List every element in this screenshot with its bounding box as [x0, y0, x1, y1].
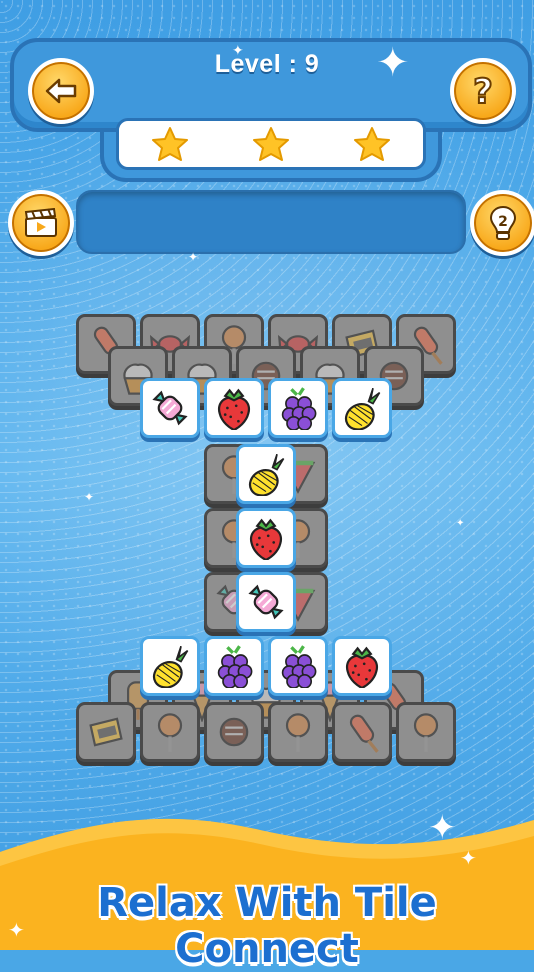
blackberry-icon — [281, 387, 317, 430]
svg-text:?: ? — [473, 73, 493, 109]
tile-strawberry[interactable] — [204, 378, 264, 438]
tile-strawberry[interactable] — [332, 636, 392, 696]
back-button[interactable] — [28, 58, 94, 124]
tile-pineapple[interactable] — [332, 378, 392, 438]
strawberry-icon — [346, 646, 378, 688]
pineapple-icon — [344, 387, 381, 430]
pineapple-icon — [152, 645, 189, 688]
tile-blocked-toffee — [76, 702, 136, 762]
question-icon: ? — [472, 73, 494, 109]
hint-message-bar — [76, 190, 466, 254]
candy-icon — [248, 584, 284, 620]
sparkle-icon: ✦ — [232, 42, 244, 58]
pineapple-icon — [248, 453, 285, 496]
popsicle-icon — [349, 714, 379, 753]
toffee-icon — [89, 717, 123, 747]
sparkle-icon: ✦ — [376, 41, 410, 85]
lollipop-icon — [413, 713, 439, 752]
blackberry-icon — [281, 645, 317, 688]
strawberry-icon — [218, 388, 250, 430]
tile-pineapple[interactable] — [236, 444, 296, 504]
candy-icon — [152, 390, 188, 426]
video-button[interactable] — [8, 190, 74, 256]
tile-blocked-chocolate — [204, 702, 264, 762]
tile-blocked-popsicle — [332, 702, 392, 762]
sparkle-icon: ✦ — [84, 490, 95, 504]
banner-title: Relax With Tile Connect — [96, 879, 438, 972]
help-button[interactable]: ? — [450, 58, 516, 124]
tile-blocked-lollipop — [140, 702, 200, 762]
hint-button[interactable]: 2 — [470, 190, 534, 256]
stars-bar — [116, 118, 426, 170]
tile-blackberry[interactable] — [268, 636, 328, 696]
arrow-left-icon — [45, 78, 77, 104]
lightbulb-icon: 2 — [489, 205, 517, 240]
tile-blackberry[interactable] — [204, 636, 264, 696]
sparkle-icon: ✦ — [460, 848, 477, 870]
sparkle-icon: ✦ — [456, 518, 465, 529]
sparkle-icon: ✦ — [188, 250, 199, 264]
star-icon — [151, 127, 188, 161]
lollipop-icon — [157, 713, 183, 752]
star-icon — [354, 127, 391, 161]
tile-blackberry[interactable] — [268, 378, 328, 438]
tile-blocked-lollipop — [268, 702, 328, 762]
star-icon — [252, 127, 289, 161]
lollipop-icon — [285, 713, 311, 752]
clapper-video-icon — [24, 208, 57, 237]
tile-pineapple[interactable] — [140, 636, 200, 696]
chocolate-icon — [219, 717, 249, 747]
tile-candy[interactable] — [236, 572, 296, 632]
sparkle-icon: ✦ — [428, 809, 457, 847]
tile-blocked-lollipop — [396, 702, 456, 762]
tile-strawberry[interactable] — [236, 508, 296, 568]
strawberry-icon — [250, 518, 282, 560]
tile-candy[interactable] — [140, 378, 200, 438]
hint-count: 2 — [498, 214, 508, 230]
blackberry-icon — [217, 645, 253, 688]
